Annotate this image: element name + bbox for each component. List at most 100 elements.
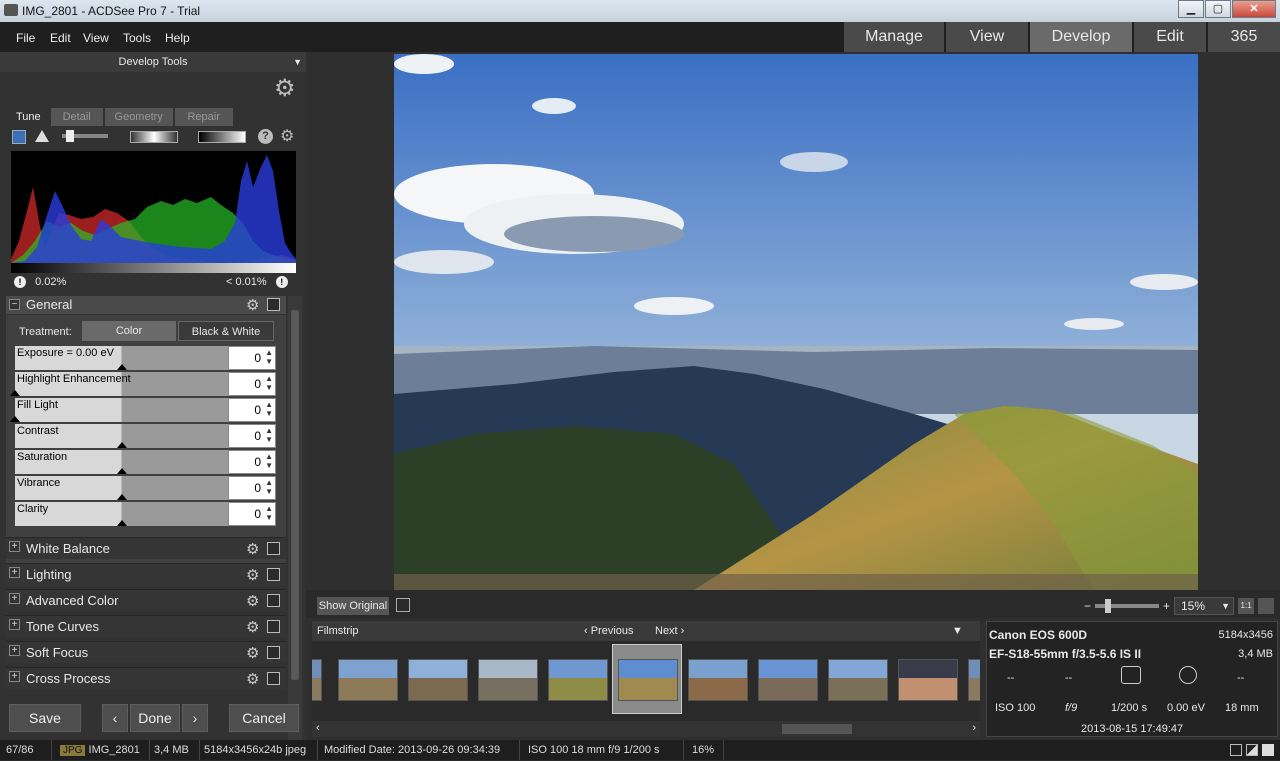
- spin-arrows-icon[interactable]: ▲ ▼: [265, 348, 273, 366]
- gear-icon[interactable]: ⚙: [280, 126, 294, 146]
- spin-arrows-icon[interactable]: ▲ ▼: [265, 452, 273, 470]
- slider-6[interactable]: Clarity: [15, 502, 228, 526]
- tab-repair[interactable]: Repair: [174, 108, 233, 126]
- expand-icon[interactable]: +: [9, 593, 20, 604]
- filmstrip-thumbnail[interactable]: [312, 659, 322, 701]
- minimize-button[interactable]: ▁: [1178, 0, 1204, 18]
- slider-value-input[interactable]: 0 ▲ ▼: [228, 398, 276, 422]
- gear-icon[interactable]: ⚙: [246, 566, 259, 584]
- gear-icon[interactable]: ⚙: [274, 74, 296, 103]
- filmstrip-thumbnail[interactable]: [688, 659, 748, 701]
- panel-scrollbar[interactable]: [288, 296, 302, 742]
- slider-0[interactable]: Exposure = 0.00 eV: [15, 346, 228, 370]
- spin-arrows-icon[interactable]: ▲ ▼: [265, 478, 273, 496]
- menu-help[interactable]: Help: [165, 31, 190, 45]
- filmstrip-collapse-icon[interactable]: ▼: [952, 621, 963, 641]
- filmstrip-thumbnail[interactable]: [478, 659, 538, 701]
- help-icon[interactable]: ?: [258, 129, 273, 144]
- slider-value-input[interactable]: 0 ▲ ▼: [228, 424, 276, 448]
- done-button[interactable]: Done: [130, 704, 180, 732]
- general-group-header[interactable]: − General ⚙: [6, 296, 286, 314]
- group-advanced-color[interactable]: + Advanced Color ⚙: [6, 589, 286, 611]
- compare-icon[interactable]: [1246, 744, 1258, 756]
- group-soft-focus[interactable]: + Soft Focus ⚙: [6, 641, 286, 663]
- brightness-slider[interactable]: [62, 130, 108, 142]
- slider-4[interactable]: Saturation: [15, 450, 228, 474]
- slider-handle[interactable]: [117, 442, 127, 448]
- gear-icon[interactable]: ⚙: [246, 644, 259, 662]
- gear-icon[interactable]: ⚙: [246, 670, 259, 688]
- histogram-toggle-icon[interactable]: [12, 130, 26, 144]
- zoom-slider[interactable]: [1094, 599, 1159, 613]
- group-enable-checkbox[interactable]: [267, 568, 280, 581]
- spin-arrows-icon[interactable]: ▲ ▼: [265, 426, 273, 444]
- spin-arrows-icon[interactable]: ▲ ▼: [265, 400, 273, 418]
- slider-handle[interactable]: [117, 494, 127, 500]
- spin-arrows-icon[interactable]: ▲ ▼: [265, 374, 273, 392]
- menu-view[interactable]: View: [83, 31, 109, 45]
- treatment-color-button[interactable]: Color: [82, 321, 176, 341]
- group-enable-checkbox[interactable]: [267, 594, 280, 607]
- maximize-button[interactable]: ▢: [1205, 0, 1231, 18]
- slider-handle[interactable]: [117, 520, 127, 526]
- group-lighting[interactable]: + Lighting ⚙: [6, 563, 286, 585]
- filmstrip-previous[interactable]: ‹ Previous: [584, 621, 634, 641]
- menu-tools[interactable]: Tools: [123, 31, 151, 45]
- menu-file[interactable]: File: [16, 31, 35, 45]
- group-tone-curves[interactable]: + Tone Curves ⚙: [6, 615, 286, 637]
- zoom-out-icon[interactable]: −: [1084, 599, 1091, 613]
- group-enable-checkbox[interactable]: [267, 672, 280, 685]
- slider-1[interactable]: Highlight Enhancement: [10, 372, 228, 396]
- slider-5[interactable]: Vibrance: [15, 476, 228, 500]
- mode-edit[interactable]: Edit: [1134, 22, 1206, 52]
- collapse-icon[interactable]: −: [9, 299, 20, 310]
- filmstrip-thumbnail[interactable]: [408, 659, 468, 701]
- slider-handle[interactable]: [117, 468, 127, 474]
- group-white-balance[interactable]: + White Balance ⚙: [6, 537, 286, 559]
- slider-value-input[interactable]: 0 ▲ ▼: [228, 450, 276, 474]
- tab-geometry[interactable]: Geometry: [104, 108, 173, 126]
- slider-handle[interactable]: [10, 416, 20, 422]
- group-cross-process[interactable]: + Cross Process ⚙: [6, 667, 286, 689]
- fullscreen-icon[interactable]: [1258, 598, 1274, 614]
- scroll-right-icon[interactable]: ›: [972, 722, 976, 734]
- group-enable-checkbox[interactable]: [267, 298, 280, 311]
- slider-value-input[interactable]: 0 ▲ ▼: [228, 372, 276, 396]
- tab-detail[interactable]: Detail: [50, 108, 103, 126]
- tab-tune[interactable]: Tune: [8, 108, 49, 126]
- menu-edit[interactable]: Edit: [50, 31, 71, 45]
- mode-365[interactable]: 365: [1208, 22, 1280, 52]
- slider-3[interactable]: Contrast: [15, 424, 228, 448]
- expand-icon[interactable]: +: [9, 671, 20, 682]
- mode-develop[interactable]: Develop: [1030, 22, 1132, 52]
- slider-handle[interactable]: [117, 364, 127, 370]
- group-enable-checkbox[interactable]: [267, 620, 280, 633]
- warning-toggle-icon[interactable]: [34, 129, 50, 146]
- group-enable-checkbox[interactable]: [267, 542, 280, 555]
- filmstrip-thumbnail[interactable]: [618, 659, 678, 701]
- save-button[interactable]: Save: [9, 704, 81, 732]
- shadow-gradient-icon[interactable]: [130, 131, 178, 143]
- group-enable-checkbox[interactable]: [267, 646, 280, 659]
- slider-value-input[interactable]: 0 ▲ ▼: [228, 346, 276, 370]
- zoom-in-icon[interactable]: +: [1163, 599, 1170, 613]
- warning-icon[interactable]: !: [14, 276, 26, 289]
- gear-icon[interactable]: ⚙: [246, 296, 259, 314]
- mode-view[interactable]: View: [946, 22, 1028, 52]
- gear-icon[interactable]: ⚙: [246, 618, 259, 636]
- gear-icon[interactable]: ⚙: [246, 540, 259, 558]
- filmstrip-thumbnail[interactable]: [898, 659, 958, 701]
- filmstrip-thumbnail[interactable]: [758, 659, 818, 701]
- actual-size-button[interactable]: 1:1: [1238, 598, 1254, 614]
- prev-button[interactable]: ‹: [102, 704, 128, 732]
- expand-icon[interactable]: +: [9, 619, 20, 630]
- filmstrip-thumbnail[interactable]: [548, 659, 608, 701]
- slider-handle[interactable]: [10, 390, 20, 396]
- next-button[interactable]: ›: [182, 704, 208, 732]
- filmstrip-thumbnail[interactable]: [338, 659, 398, 701]
- slider-value-input[interactable]: 0 ▲ ▼: [228, 502, 276, 526]
- chevron-down-icon[interactable]: ▼: [293, 52, 302, 72]
- slider-value-input[interactable]: 0 ▲ ▼: [228, 476, 276, 500]
- expand-icon[interactable]: +: [9, 645, 20, 656]
- highlight-gradient-icon[interactable]: [198, 131, 246, 143]
